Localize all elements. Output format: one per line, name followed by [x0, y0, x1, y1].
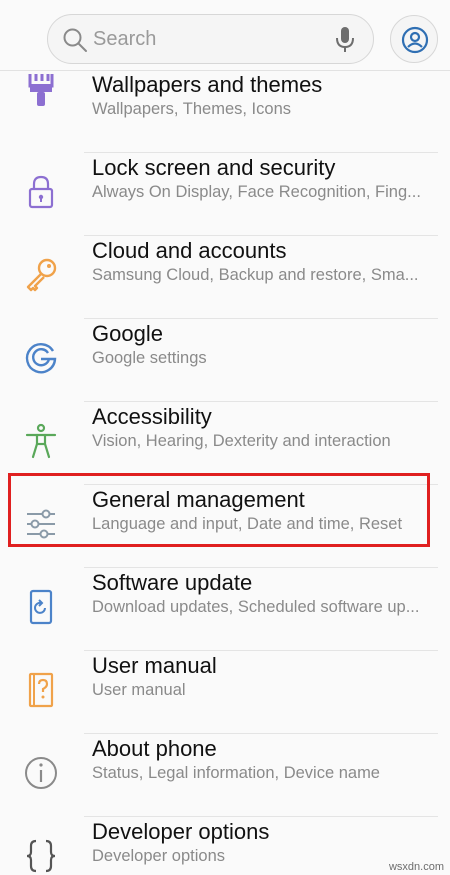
settings-item-lock-screen[interactable]: Lock screen and security Always On Displ… [0, 153, 450, 236]
info-icon [25, 757, 57, 789]
settings-item-about-phone[interactable]: About phone Status, Legal information, D… [0, 734, 450, 817]
settings-item-subtitle: Vision, Hearing, Dexterity and interacti… [92, 432, 391, 450]
settings-item-title: Developer options [92, 819, 270, 844]
software-update-icon [29, 589, 53, 625]
settings-item-title: Accessibility [92, 404, 212, 429]
highlight-box [8, 473, 430, 547]
account-icon [401, 26, 429, 54]
settings-item-wallpapers[interactable]: Wallpapers and themes Wallpapers, Themes… [0, 70, 450, 153]
settings-item-subtitle: User manual [92, 681, 186, 699]
settings-item-subtitle: Wallpapers, Themes, Icons [92, 100, 291, 118]
watermark: wsxdn.com [388, 861, 444, 873]
settings-item-title: Lock screen and security [92, 155, 336, 180]
search-input[interactable]: Search [93, 28, 156, 51]
search-icon [63, 28, 87, 52]
settings-item-title: Cloud and accounts [92, 238, 287, 263]
settings-item-subtitle: Developer options [92, 847, 225, 865]
braces-icon [26, 839, 56, 873]
settings-item-subtitle: Download updates, Scheduled software up.… [92, 598, 420, 616]
paintbrush-icon [28, 74, 54, 106]
settings-item-title: Software update [92, 570, 253, 595]
accessibility-icon [25, 423, 57, 459]
settings-item-cloud-accounts[interactable]: Cloud and accounts Samsung Cloud, Backup… [0, 236, 450, 319]
settings-item-developer-options[interactable]: Developer options Developer options [0, 817, 450, 875]
search-bar[interactable]: Search [47, 14, 374, 64]
microphone-icon[interactable] [334, 26, 356, 54]
settings-item-title: Google [92, 321, 163, 346]
key-icon [26, 258, 57, 292]
lock-icon [28, 175, 54, 209]
google-icon [25, 343, 57, 374]
help-book-icon [28, 672, 54, 708]
settings-item-subtitle: Always On Display, Face Recognition, Fin… [92, 183, 421, 201]
settings-item-title: Wallpapers and themes [92, 72, 323, 97]
settings-item-subtitle: Samsung Cloud, Backup and restore, Sma..… [92, 266, 419, 284]
settings-item-user-manual[interactable]: User manual User manual [0, 651, 450, 734]
profile-button[interactable] [390, 15, 438, 63]
settings-item-title: About phone [92, 736, 217, 761]
settings-item-software-update[interactable]: Software update Download updates, Schedu… [0, 568, 450, 651]
settings-item-title: User manual [92, 653, 217, 678]
settings-item-subtitle: Status, Legal information, Device name [92, 764, 380, 782]
settings-item-subtitle: Google settings [92, 349, 207, 367]
settings-item-google[interactable]: Google Google settings [0, 319, 450, 402]
